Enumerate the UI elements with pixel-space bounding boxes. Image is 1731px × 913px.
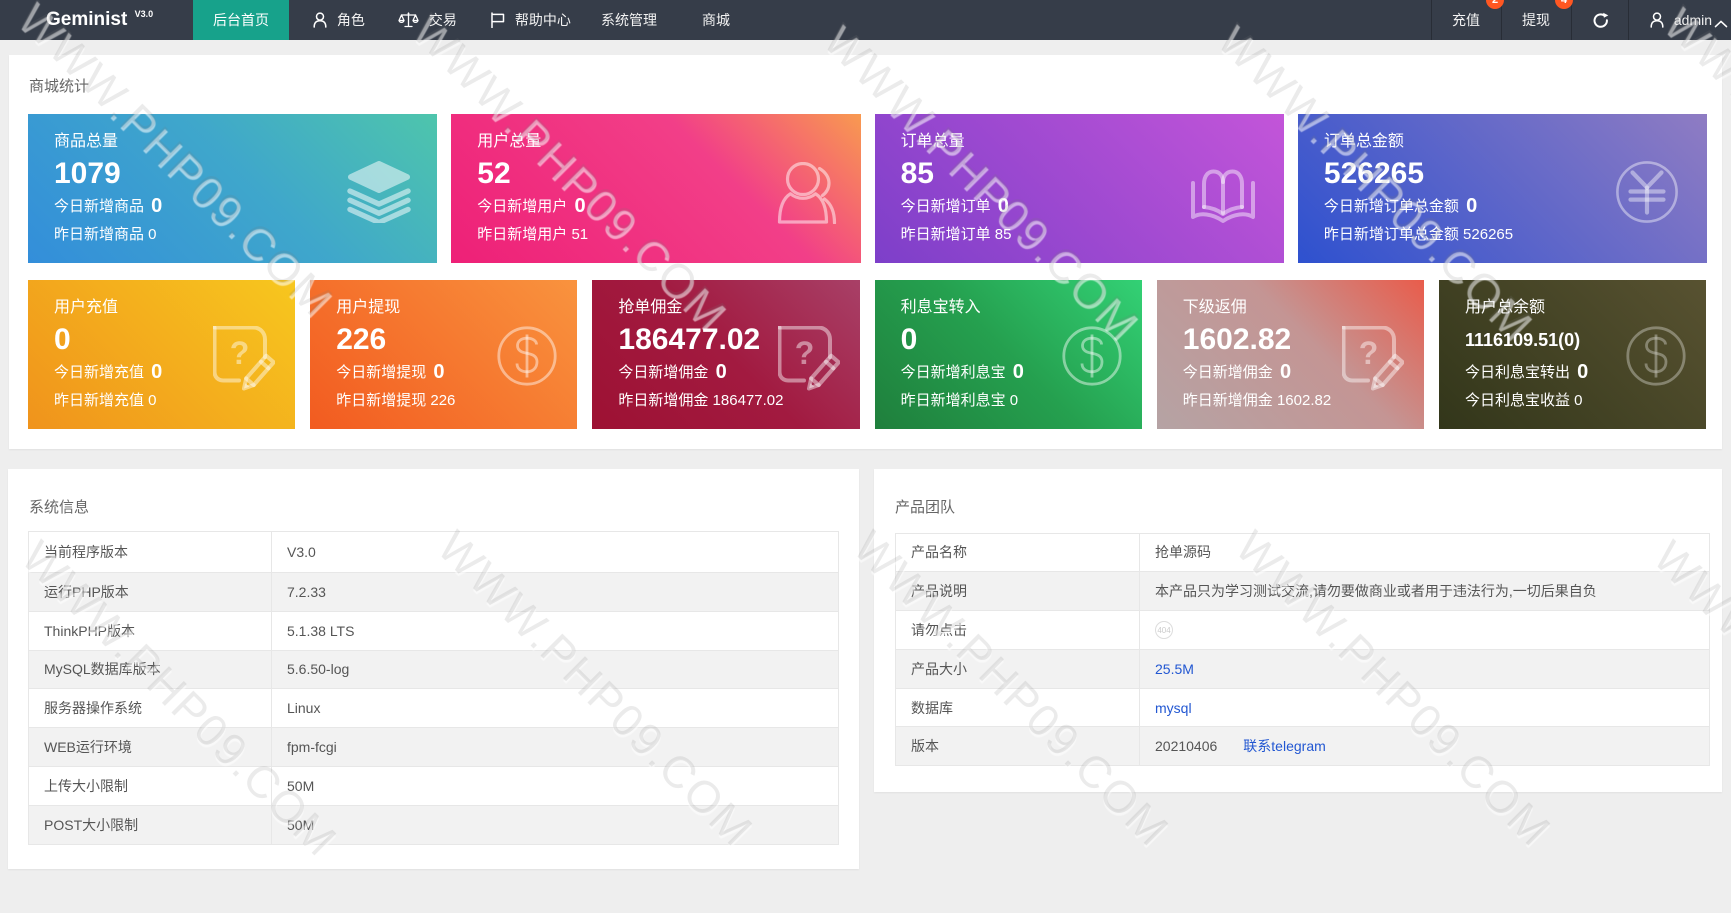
svg-text:?: ? [794, 335, 814, 371]
svg-text:?: ? [1359, 335, 1379, 371]
svg-text:?: ? [230, 335, 250, 371]
